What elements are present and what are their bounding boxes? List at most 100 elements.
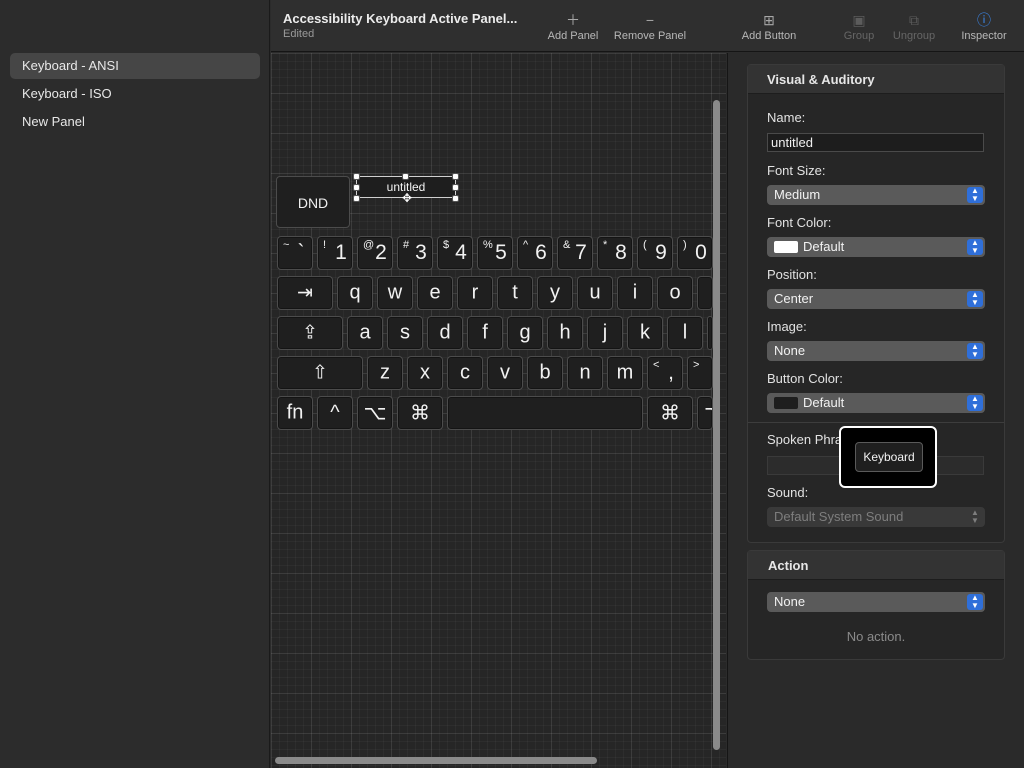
key-tab[interactable]: ⇥ [277, 276, 333, 310]
key-j[interactable]: j [587, 316, 623, 350]
key-6[interactable]: ^ 6 [517, 236, 553, 270]
key-label: 6 [535, 241, 547, 264]
key-o[interactable]: o [657, 276, 693, 310]
ungroup-label: Ungroup [892, 30, 936, 42]
key-g[interactable]: g [507, 316, 543, 350]
key-p-partial[interactable] [697, 276, 713, 310]
key-a[interactable]: a [347, 316, 383, 350]
key-space[interactable] [447, 396, 643, 430]
key-r[interactable]: r [457, 276, 493, 310]
button-color-popup[interactable]: Default ▲ ▼ [767, 393, 985, 413]
key-s[interactable]: s [387, 316, 423, 350]
group-button[interactable]: ▣ Group [841, 10, 877, 42]
key-7[interactable]: & 7 [557, 236, 593, 270]
name-field[interactable]: untitled [767, 133, 984, 152]
key-caps-lock[interactable]: ⇪ [277, 316, 343, 350]
key-label: 8 [615, 241, 627, 264]
button-color-swatch [774, 397, 798, 409]
font-color-popup[interactable]: Default ▲ ▼ [767, 237, 985, 257]
resize-handle-bottom-right[interactable] [452, 195, 459, 202]
key-8[interactable]: * 8 [597, 236, 633, 270]
group-icon: ▣ [852, 12, 866, 28]
key-command-right[interactable]: ⌘ [647, 396, 693, 430]
key-c[interactable]: c [447, 356, 483, 390]
resize-handle-bottom-left[interactable] [353, 195, 360, 202]
key-b[interactable]: b [527, 356, 563, 390]
popup-arrows-icon: ▲ ▼ [967, 343, 983, 359]
key-shift[interactable]: ⇧ [277, 356, 363, 390]
resize-handle-right[interactable] [452, 184, 459, 191]
drag-preview-tooltip: Keyboard [839, 426, 937, 488]
key-label: j [602, 321, 608, 344]
key-0[interactable]: ) 0 [677, 236, 713, 270]
remove-panel-button[interactable]: − Remove Panel [612, 10, 688, 42]
key-z[interactable]: z [367, 356, 403, 390]
sound-popup[interactable]: Default System Sound ▲ ▼ [767, 507, 985, 527]
dnd-key[interactable]: DND [276, 176, 350, 228]
key-4[interactable]: $4 [437, 236, 473, 270]
image-popup[interactable]: None ▲ ▼ [767, 341, 985, 361]
key-control[interactable]: ^ [317, 396, 353, 430]
resize-handle-left[interactable] [353, 184, 360, 191]
font-color-label: Font Color: [767, 215, 832, 230]
resize-handle-top-right[interactable] [452, 173, 459, 180]
key-backtick[interactable]: ~ ` [277, 236, 313, 270]
key-option-right-partial[interactable]: ⌥ [697, 396, 713, 430]
remove-panel-label: Remove Panel [613, 30, 687, 42]
tab-icon: ⇥ [297, 282, 313, 304]
key-v[interactable]: v [487, 356, 523, 390]
position-popup[interactable]: Center ▲ ▼ [767, 289, 985, 309]
document-title: Accessibility Keyboard Active Panel... [283, 11, 518, 26]
key-x[interactable]: x [407, 356, 443, 390]
add-button-button[interactable]: ⊞ Add Button [738, 10, 800, 42]
inspector-panel: Visual & Auditory Name: untitled Font Si… [727, 53, 1024, 768]
key-i[interactable]: i [617, 276, 653, 310]
key-shift-label: ^ [523, 239, 529, 251]
action-popup[interactable]: None ▲ ▼ [767, 592, 985, 612]
canvas-vertical-scrollbar[interactable] [713, 100, 720, 750]
add-panel-label: Add Panel [547, 30, 599, 42]
ungroup-button[interactable]: ⧉ Ungroup [889, 10, 939, 42]
sidebar-item-keyboard-iso[interactable]: Keyboard - ISO [10, 81, 260, 107]
resize-handle-top-left[interactable] [353, 173, 360, 180]
key-2[interactable]: @2 [357, 236, 393, 270]
key-d[interactable]: d [427, 316, 463, 350]
key-label: r [471, 281, 479, 304]
key-e[interactable]: e [417, 276, 453, 310]
key-n[interactable]: n [567, 356, 603, 390]
key-u[interactable]: u [577, 276, 613, 310]
inspector-button[interactable]: ⓘ Inspector [957, 10, 1011, 42]
key-9[interactable]: (9 [637, 236, 673, 270]
sidebar-item-keyboard-ansi[interactable]: Keyboard - ANSI [10, 53, 260, 79]
key-period-partial[interactable]: > [687, 356, 713, 390]
key-l[interactable]: l [667, 316, 703, 350]
key-shift-label: ~ [283, 239, 290, 251]
command-icon: ⌘ [410, 402, 430, 425]
key-k[interactable]: k [627, 316, 663, 350]
key-1[interactable]: ! 1 [317, 236, 353, 270]
key-option[interactable]: ⌥ [357, 396, 393, 430]
key-h[interactable]: h [547, 316, 583, 350]
resize-handle-top[interactable] [402, 173, 409, 180]
add-panel-button[interactable]: ＋ Add Panel [545, 10, 601, 42]
key-w[interactable]: w [377, 276, 413, 310]
key-3[interactable]: #3 [397, 236, 433, 270]
key-y[interactable]: y [537, 276, 573, 310]
key-5[interactable]: % 5 [477, 236, 513, 270]
key-f[interactable]: f [467, 316, 503, 350]
key-command-left[interactable]: ⌘ [397, 396, 443, 430]
key-comma[interactable]: <, [647, 356, 683, 390]
key-label: 2 [375, 241, 387, 264]
key-q[interactable]: q [337, 276, 373, 310]
key-fn[interactable]: fn [277, 396, 313, 430]
position-value: Center [774, 291, 814, 306]
info-icon: ⓘ [977, 12, 991, 28]
key-m[interactable]: m [607, 356, 643, 390]
section-divider [748, 422, 1004, 423]
font-size-popup[interactable]: Medium ▲ ▼ [767, 185, 985, 205]
key-label: d [439, 321, 451, 344]
canvas-horizontal-scrollbar[interactable] [275, 757, 597, 764]
sidebar-item-new-panel[interactable]: New Panel [10, 109, 260, 135]
inspector-label: Inspector [961, 30, 1007, 42]
key-t[interactable]: t [497, 276, 533, 310]
